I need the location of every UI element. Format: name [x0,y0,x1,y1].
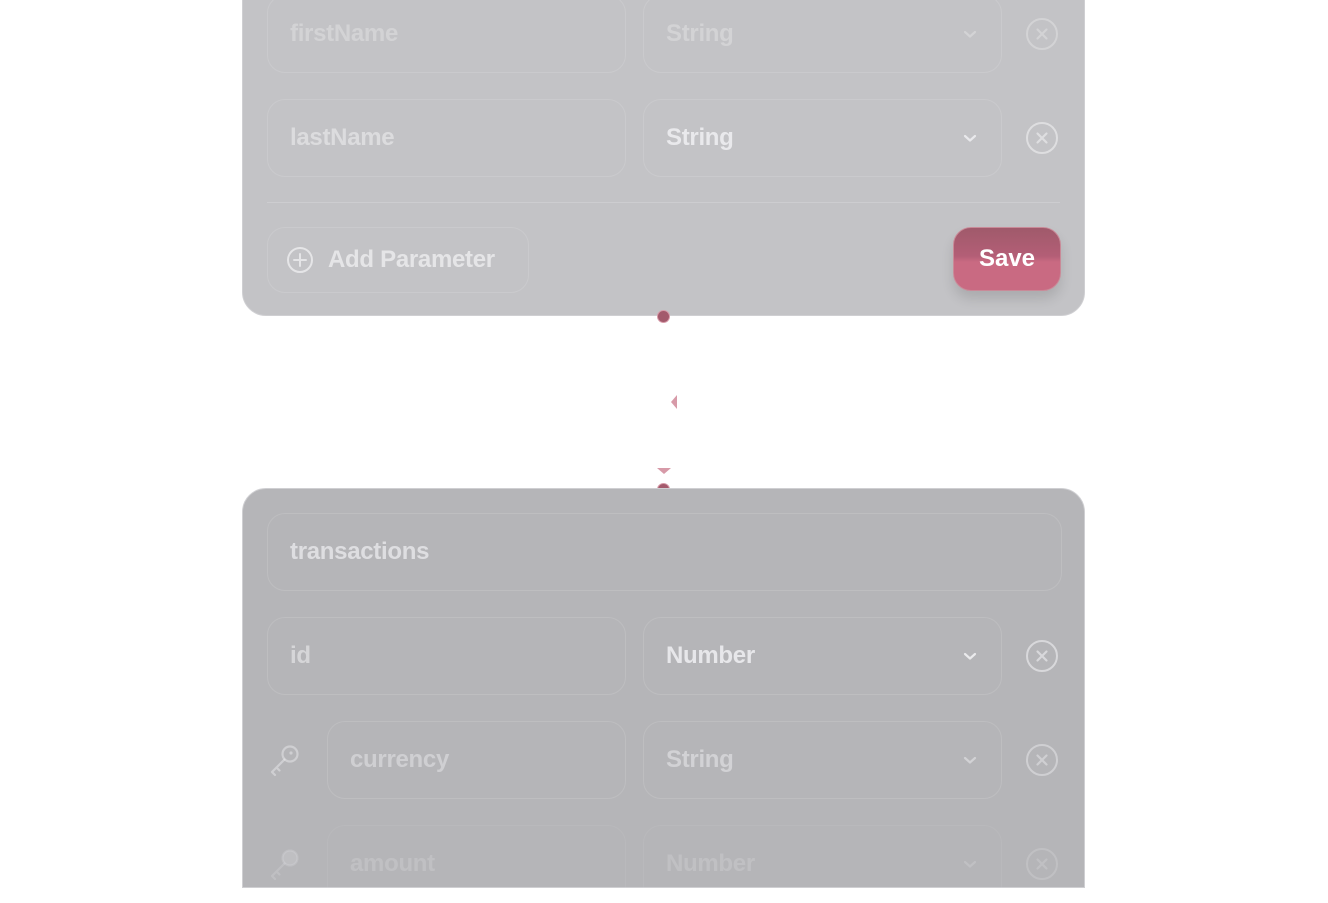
add-parameter-button[interactable]: Add Parameter [267,227,529,293]
chevron-down-icon [963,652,977,660]
save-button[interactable]: Save [953,227,1061,291]
plus-circle-icon [287,247,313,273]
parameter-type-select[interactable]: Number [643,617,1002,695]
parameter-type-value: Number [666,642,755,669]
parameter-name-value: id [290,642,311,669]
parameter-type-value: String [666,124,734,151]
parameter-type-select[interactable]: String [643,0,1002,73]
add-parameter-label: Add Parameter [328,246,495,273]
parameters-node-top: firstName String lastName String Add Par… [242,0,1085,316]
chevron-down-icon [963,134,977,142]
parameter-name-input[interactable]: lastName [267,99,626,177]
source-handle[interactable] [657,310,670,323]
parameter-type-value: String [666,746,734,773]
parameter-type-select[interactable]: String [643,721,1002,799]
parameter-name-input[interactable]: id [267,617,626,695]
node-title-input[interactable]: transactions [267,513,1062,591]
divider [267,202,1060,203]
parameter-name-input[interactable]: amount [327,825,626,903]
chevron-down-icon [963,756,977,764]
remove-parameter-button[interactable] [1025,743,1059,777]
parameter-name-value: amount [350,850,435,877]
node-title-value: transactions [290,538,430,565]
parameter-name-input[interactable]: firstName [267,0,626,73]
parameter-type-value: String [666,20,734,47]
parameter-name-value: firstName [290,20,399,47]
parameter-name-input[interactable]: currency [327,721,626,799]
key-icon[interactable] [267,741,303,777]
remove-parameter-button[interactable] [1025,639,1059,673]
chevron-down-icon [963,860,977,868]
key-icon[interactable] [267,845,303,881]
parameter-type-select[interactable]: String [643,99,1002,177]
parameter-type-select[interactable]: Number [643,825,1002,903]
remove-parameter-button[interactable] [1025,847,1059,881]
edge-arrow-left-icon [671,395,677,409]
parameters-node-bottom: transactions id Number currency String a… [242,488,1085,903]
remove-parameter-button[interactable] [1025,17,1059,51]
parameter-type-value: Number [666,850,755,877]
save-label: Save [978,245,1036,272]
parameter-name-value: lastName [290,124,395,151]
parameter-name-value: currency [350,746,449,773]
chevron-down-icon [963,30,977,38]
edge-arrow-down-icon [657,468,671,474]
remove-parameter-button[interactable] [1025,121,1059,155]
